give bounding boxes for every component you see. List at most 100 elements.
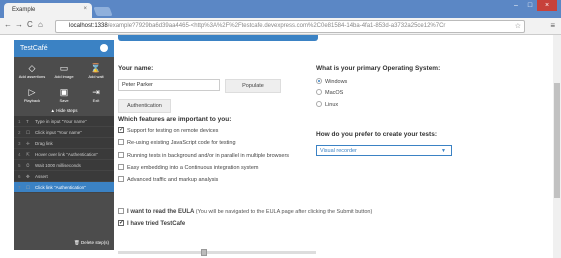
url-path: /example?7929ba6d39aa4465-<http%3A%2F%2F… bbox=[107, 23, 446, 29]
tool-label: Add wait bbox=[88, 74, 104, 79]
dropdown-caret-icon: ▼ bbox=[441, 148, 446, 154]
close-window-icon[interactable]: × bbox=[537, 0, 557, 11]
step-text: Drag link bbox=[35, 141, 53, 146]
delete-steps-button[interactable]: 🗑 Delete step(s) bbox=[74, 240, 109, 246]
your-name-label: Your name: bbox=[118, 65, 154, 72]
step-number: 5 bbox=[18, 163, 21, 168]
checkbox-label: Easy embedding into a Continuous integra… bbox=[127, 165, 259, 171]
radio-button[interactable] bbox=[316, 89, 322, 95]
steps-list: 1 T Type in input "Your name" 2 ☐ Click inpu… bbox=[14, 116, 114, 193]
populate-button[interactable]: Populate bbox=[225, 79, 281, 93]
back-icon[interactable]: ← bbox=[4, 20, 12, 29]
rating-slider[interactable] bbox=[118, 249, 316, 256]
feature-checkbox-reuse[interactable]: Re-using existing JavaScript code for te… bbox=[118, 139, 236, 146]
minimize-icon[interactable]: – bbox=[509, 0, 523, 11]
feature-checkbox-background[interactable]: Running tests in background and/or in pa… bbox=[118, 152, 289, 159]
checkbox-label: Support for testing on remote devices bbox=[127, 128, 219, 134]
click-icon: ☐ bbox=[26, 130, 31, 135]
step-item[interactable]: 5 ⏱ Wait 1000 milliseconds bbox=[14, 160, 114, 171]
tab-close-icon[interactable]: × bbox=[83, 6, 87, 12]
tool-label: Exit bbox=[92, 98, 100, 103]
step-item[interactable]: 1 T Type in input "Your name" bbox=[14, 116, 114, 127]
checkbox[interactable] bbox=[118, 176, 124, 182]
tools-row-2: ▷ Playback ▣ Save ⇥ Exit bbox=[14, 81, 114, 105]
assertion-icon: ◇ bbox=[28, 63, 36, 73]
feature-checkbox-ci[interactable]: Easy embedding into a Continuous integra… bbox=[118, 164, 258, 171]
feature-checkbox-remote[interactable]: Support for testing on remote devices bbox=[118, 126, 219, 134]
tool-label: Playback bbox=[23, 98, 41, 103]
bookmark-star-icon[interactable]: ☆ bbox=[515, 22, 521, 30]
playback-button[interactable]: ▷ Playback bbox=[17, 87, 47, 103]
save-button[interactable]: ▣ Save bbox=[49, 87, 79, 103]
checkbox[interactable] bbox=[118, 126, 124, 133]
slider-thumb[interactable] bbox=[201, 249, 207, 256]
checkbox[interactable] bbox=[118, 164, 124, 170]
home-icon[interactable]: ⌂ bbox=[38, 20, 43, 29]
tool-label: Add assertions bbox=[18, 74, 46, 79]
type-icon: T bbox=[26, 119, 29, 124]
url-host: localhost:1338 bbox=[69, 23, 108, 29]
radio-button[interactable] bbox=[316, 78, 322, 84]
step-number: 1 bbox=[18, 119, 21, 124]
checkbox[interactable] bbox=[118, 139, 124, 145]
feature-checkbox-traffic[interactable]: Advanced traffic and markup analysis bbox=[118, 176, 218, 183]
hourglass-icon: ⌛ bbox=[90, 63, 102, 73]
tried-label: I have tried TestCafe bbox=[127, 221, 186, 227]
hide-steps-toggle[interactable]: ▲ Hide steps bbox=[14, 105, 114, 116]
os-radio-macos[interactable]: MacOS bbox=[316, 89, 343, 96]
os-radio-windows[interactable]: Windows bbox=[316, 78, 347, 85]
play-icon: ▷ bbox=[28, 87, 36, 97]
scrollbar-thumb[interactable] bbox=[554, 83, 560, 198]
page-scrollbar[interactable] bbox=[553, 35, 561, 258]
step-item[interactable]: 6 ✥ Assert bbox=[14, 171, 114, 182]
checkbox-label: Re-using existing JavaScript code for te… bbox=[127, 140, 236, 146]
radio-label: Windows bbox=[325, 79, 348, 85]
new-tab-button[interactable] bbox=[93, 7, 113, 16]
step-item[interactable]: 2 ☐ Click input "Your name" bbox=[14, 127, 114, 138]
step-text: Click input "Your name" bbox=[35, 130, 82, 135]
add-image-button[interactable]: ▭ Add image bbox=[49, 63, 79, 79]
wait-icon: ⏱ bbox=[26, 163, 30, 168]
exit-button[interactable]: ⇥ Exit bbox=[81, 87, 111, 103]
drag-icon: ✛ bbox=[26, 141, 30, 146]
checkbox[interactable] bbox=[118, 152, 124, 158]
select-value: Visual recorder bbox=[320, 148, 357, 154]
os-label: What is your primary Operating System: bbox=[316, 65, 441, 72]
os-radio-linux[interactable]: Linux bbox=[316, 101, 338, 108]
eula-checkbox[interactable]: I want to read the EULA (You will be nav… bbox=[118, 208, 372, 215]
page-header-strip bbox=[118, 35, 318, 41]
checkbox[interactable] bbox=[118, 208, 124, 214]
step-text: Hover over link "Authentication" bbox=[35, 152, 98, 157]
step-item[interactable]: 3 ✛ Drag link bbox=[14, 138, 114, 149]
checkbox-label: Advanced traffic and markup analysis bbox=[127, 177, 219, 183]
testcafe-panel: TestCafé ◇ Add assertions ▭ Add image ⌛ Add… bbox=[14, 40, 114, 250]
create-tests-select[interactable]: Visual recorder ▼ bbox=[316, 145, 452, 156]
tool-label: Add image bbox=[54, 74, 74, 79]
step-number: 6 bbox=[18, 174, 21, 179]
your-name-input[interactable]: Peter Parker bbox=[118, 79, 220, 91]
address-bar[interactable]: localhost:1338/example?7929ba6d39aa4465-… bbox=[55, 20, 525, 33]
authentication-button[interactable]: Authentication bbox=[118, 99, 171, 113]
reload-icon[interactable]: C bbox=[27, 20, 33, 29]
maximize-icon[interactable]: □ bbox=[523, 0, 537, 11]
eula-label: I want to read the EULA bbox=[127, 209, 195, 215]
browser-toolbar: ← → C ⌂ localhost:1338/example?7929ba6d3… bbox=[0, 18, 561, 35]
browser-titlebar: Example × – □ × bbox=[0, 0, 561, 18]
radio-button[interactable] bbox=[316, 101, 322, 107]
browser-tab[interactable]: Example × bbox=[4, 3, 92, 18]
menu-icon[interactable]: ≡ bbox=[550, 21, 555, 30]
add-wait-button[interactable]: ⌛ Add wait bbox=[81, 63, 111, 79]
checkbox-label: Running tests in background and/or in pa… bbox=[127, 153, 290, 159]
forward-icon[interactable]: → bbox=[15, 20, 23, 29]
create-tests-label: How do you prefer to create your tests: bbox=[316, 131, 437, 138]
step-item[interactable]: 4 ⇱ Hover over link "Authentication" bbox=[14, 149, 114, 160]
step-text: Type in input "Your name" bbox=[35, 119, 87, 124]
testcafe-title: TestCafé bbox=[20, 45, 48, 52]
add-assertions-button[interactable]: ◇ Add assertions bbox=[17, 63, 47, 79]
settings-icon[interactable] bbox=[100, 44, 108, 52]
step-item-active[interactable]: 7 ☐ Click link "Authentication" bbox=[14, 182, 114, 193]
checkbox[interactable] bbox=[118, 219, 124, 226]
tab-title: Example bbox=[12, 7, 36, 13]
tried-checkbox[interactable]: I have tried TestCafe bbox=[118, 219, 186, 227]
assert-icon: ✥ bbox=[26, 174, 30, 179]
